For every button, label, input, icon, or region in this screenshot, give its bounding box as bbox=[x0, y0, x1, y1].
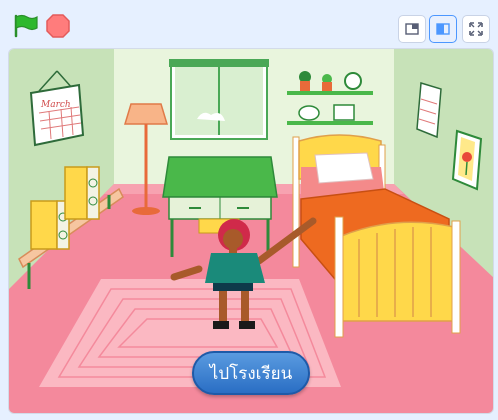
normal-stage-icon bbox=[436, 23, 450, 35]
small-stage-button[interactable] bbox=[398, 15, 426, 43]
go-to-school-button[interactable]: ไปโรงเรียน bbox=[192, 351, 310, 395]
fullscreen-icon bbox=[469, 22, 483, 36]
small-stage-icon bbox=[405, 23, 419, 35]
stage-header bbox=[0, 0, 498, 48]
window bbox=[169, 59, 269, 140]
fullscreen-button[interactable] bbox=[462, 15, 490, 43]
stage-canvas[interactable]: March ไปโรงเรียน bbox=[8, 48, 494, 414]
normal-stage-button[interactable] bbox=[429, 15, 457, 43]
green-flag-icon[interactable] bbox=[10, 12, 40, 40]
stop-sign-icon[interactable] bbox=[44, 12, 72, 40]
